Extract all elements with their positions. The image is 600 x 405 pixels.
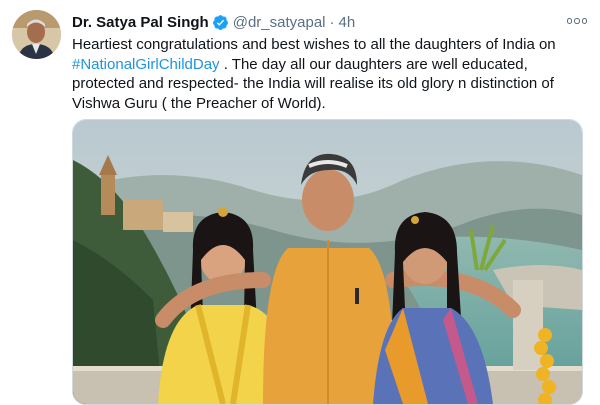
hashtag-link[interactable]: #NationalGirlChildDay (72, 56, 220, 73)
verified-badge-icon (212, 14, 228, 30)
author-handle[interactable]: @dr_satyapal (233, 14, 326, 31)
separator-dot: · (329, 13, 335, 31)
tweet-text: Heartiest congratulations and best wishe… (72, 35, 590, 113)
tweet-header: Dr. Satya Pal Singh @dr_satyapal · 4h (72, 12, 584, 32)
more-options-icon[interactable] (566, 12, 588, 30)
author-avatar[interactable] (12, 10, 61, 59)
tweet-card[interactable]: Dr. Satya Pal Singh @dr_satyapal · 4h He… (0, 0, 600, 405)
tweet-photo[interactable] (72, 119, 583, 405)
avatar-photo (12, 10, 61, 59)
tweet-text-part1: Heartiest congratulations and best wishe… (72, 36, 556, 53)
photo-illustration (73, 120, 582, 404)
tweet-timestamp[interactable]: 4h (339, 14, 356, 31)
author-name[interactable]: Dr. Satya Pal Singh (72, 14, 209, 31)
